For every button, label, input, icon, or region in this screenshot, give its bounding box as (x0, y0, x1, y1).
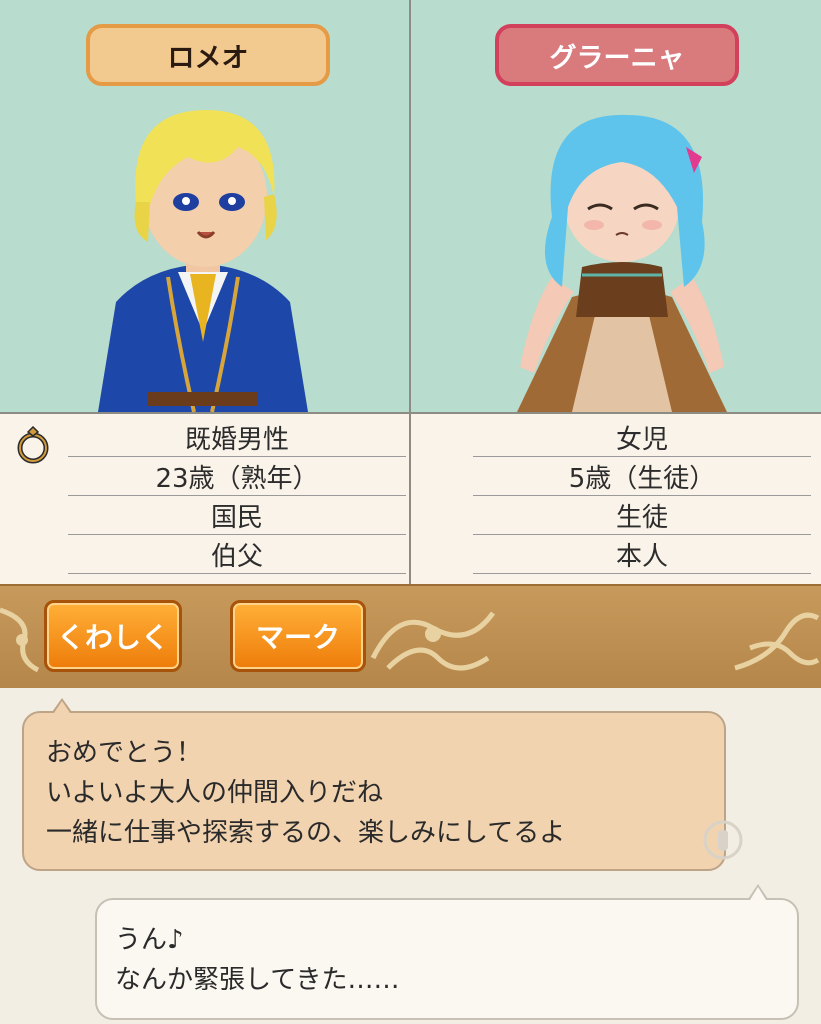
right-relation: 本人 (473, 535, 811, 574)
left-profile-list: 既婚男性 23歳（熟年） 国民 伯父 (68, 418, 406, 574)
dialogue-line: おめでとう！ (46, 738, 203, 768)
speech-bubble-right: うん♪ なんか緊張してきた…… (95, 898, 799, 1020)
right-marital-status: 女児 (473, 418, 811, 457)
details-button[interactable]: くわしく (44, 600, 182, 672)
mark-button[interactable]: マーク (230, 600, 366, 672)
left-character-name: ロメオ (86, 24, 330, 86)
dialogue-line: うん♪ (115, 925, 184, 955)
left-relation: 伯父 (68, 535, 406, 574)
dialogue-line: いよいよ大人の仲間入りだね (46, 778, 383, 808)
bubble-tail-fill (54, 701, 70, 713)
action-toolbar: くわしく マーク (0, 584, 821, 688)
right-status: 生徒 (473, 496, 811, 535)
ornament-right (734, 612, 820, 671)
left-status: 国民 (68, 496, 406, 535)
dialogue-line: なんか緊張してきた…… (115, 965, 400, 995)
left-age: 23歳（熟年） (68, 457, 406, 496)
dialogue-line: 一緒に仕事や探索するの、楽しみにしてるよ (46, 818, 566, 848)
ring-icon (17, 426, 49, 464)
left-character-portrait (98, 109, 308, 412)
speech-bubble-left: おめでとう！ いよいよ大人の仲間入りだね 一緒に仕事や探索するの、楽しみにしてる… (22, 711, 726, 871)
right-character-portrait (517, 114, 727, 412)
ornament-center (370, 611, 496, 671)
right-profile-list: 女児 5歳（生徒） 生徒 本人 (473, 418, 811, 574)
bubble-tail-fill (750, 887, 766, 900)
ornament-left (0, 607, 40, 673)
dialogue-area[interactable]: おめでとう！ いよいよ大人の仲間入りだね 一緒に仕事や探索するの、楽しみにしてる… (0, 688, 821, 1024)
tap-icon[interactable] (701, 818, 745, 862)
right-character-name: グラーニャ (495, 24, 739, 86)
left-marital-status: 既婚男性 (68, 418, 406, 457)
portrait-divider (409, 0, 411, 584)
right-age: 5歳（生徒） (473, 457, 811, 496)
